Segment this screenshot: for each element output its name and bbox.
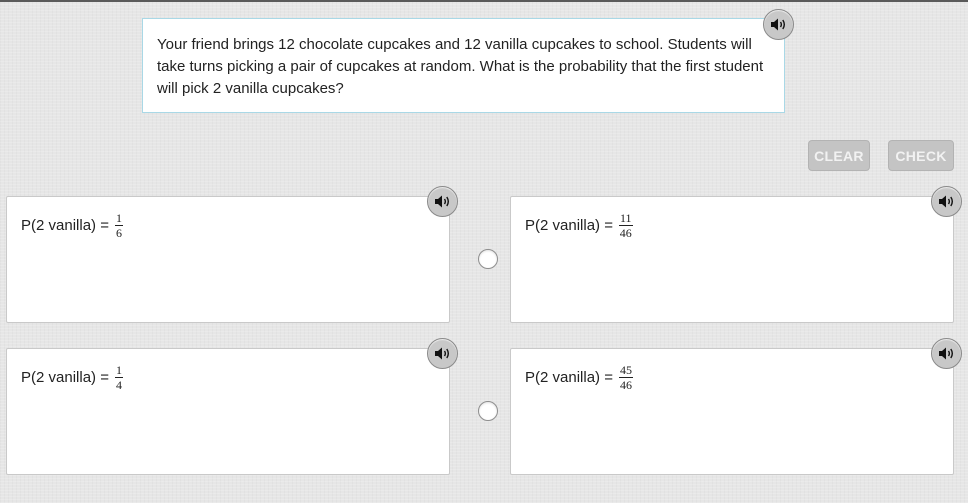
speaker-icon <box>435 195 449 208</box>
speaker-icon <box>435 347 449 360</box>
fraction-denominator: 4 <box>115 377 122 392</box>
choice-prefix: P(2 vanilla) = <box>525 216 613 234</box>
choice-b-speaker-button[interactable] <box>931 186 962 217</box>
fraction-denominator: 46 <box>619 225 632 240</box>
fraction-denominator: 46 <box>619 377 632 392</box>
question-panel: Your friend brings 12 chocolate cupcakes… <box>142 18 785 113</box>
speaker-icon <box>939 347 953 360</box>
fraction: 1 4 <box>114 362 123 392</box>
speaker-icon <box>939 195 953 208</box>
fraction: 45 46 <box>618 362 633 392</box>
question-text: Your friend brings 12 chocolate cupcakes… <box>157 36 764 97</box>
fraction-numerator: 1 <box>114 210 123 226</box>
choice-a-speaker-button[interactable] <box>427 186 458 217</box>
question-speaker-button[interactable] <box>763 9 794 40</box>
choice-prefix: P(2 vanilla) = <box>21 368 109 386</box>
answer-choice-a[interactable]: P(2 vanilla) = 1 6 <box>6 196 450 323</box>
answer-choice-d[interactable]: P(2 vanilla) = 45 46 <box>510 348 954 475</box>
fraction-denominator: 6 <box>115 225 122 240</box>
fraction: 1 6 <box>114 210 123 240</box>
choice-c-speaker-button[interactable] <box>427 338 458 369</box>
answer-choice-c[interactable]: P(2 vanilla) = 1 4 <box>6 348 450 475</box>
top-bar <box>0 0 968 2</box>
radio-row-1[interactable] <box>478 249 498 269</box>
choice-prefix: P(2 vanilla) = <box>525 368 613 386</box>
choice-prefix: P(2 vanilla) = <box>21 216 109 234</box>
fraction: 11 46 <box>618 210 633 240</box>
radio-row-2[interactable] <box>478 401 498 421</box>
fraction-numerator: 11 <box>618 210 633 226</box>
answer-choice-b[interactable]: P(2 vanilla) = 11 46 <box>510 196 954 323</box>
check-button[interactable]: CHECK <box>888 140 954 171</box>
clear-button[interactable]: CLEAR <box>808 140 870 171</box>
fraction-numerator: 45 <box>618 362 633 378</box>
speaker-icon <box>771 18 785 31</box>
fraction-numerator: 1 <box>114 362 123 378</box>
choice-d-speaker-button[interactable] <box>931 338 962 369</box>
